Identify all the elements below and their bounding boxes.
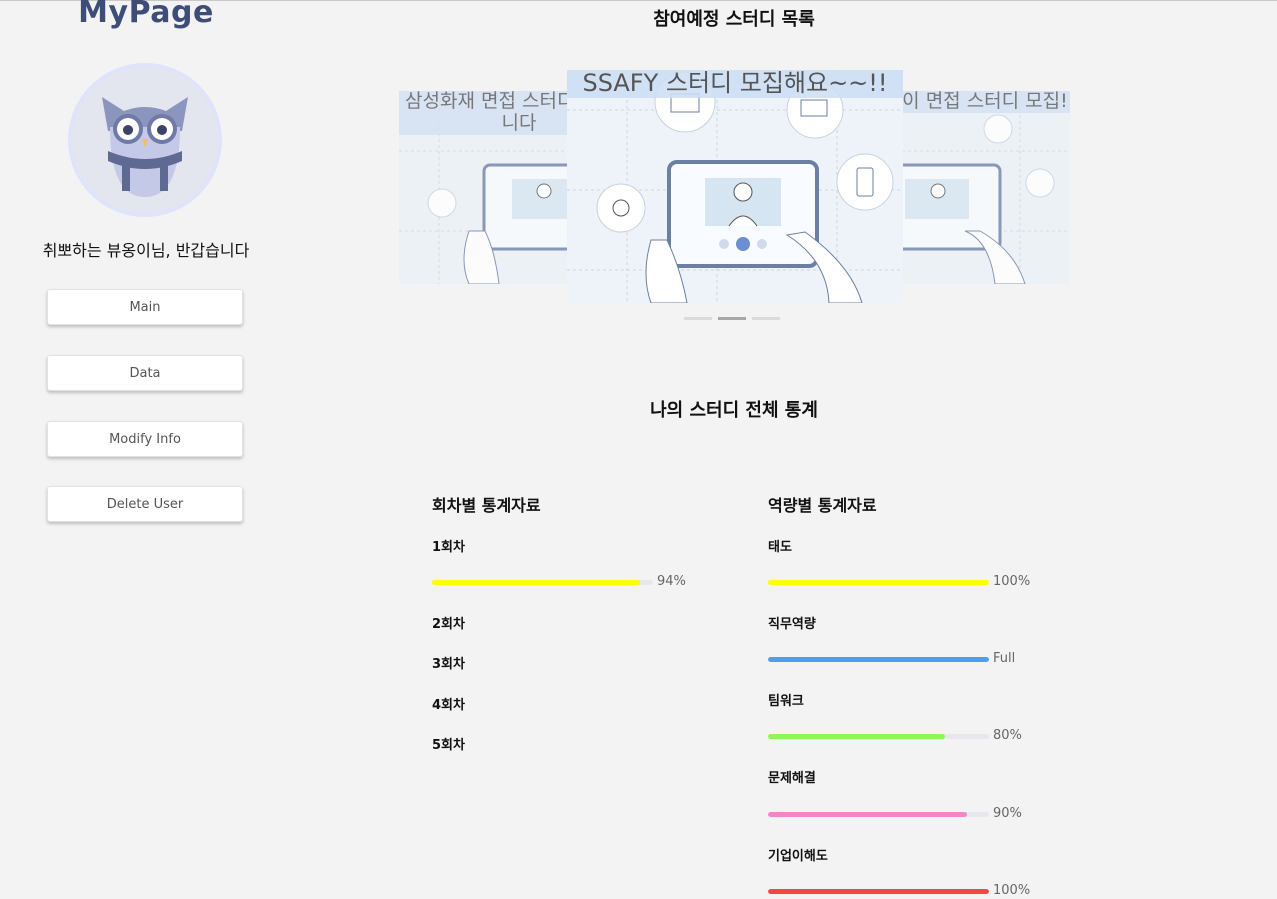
main-button[interactable]: Main [47,289,243,325]
progress-fill [768,812,967,817]
study-card-active[interactable]: SSAFY 스터디 모집해요~~!! [567,70,903,303]
video-meeting-illustration [567,70,903,303]
carousel-dot-active[interactable] [718,317,746,320]
progress-fill [768,657,989,662]
session-label: 3회차 [432,657,465,672]
progress-fill [432,580,640,585]
competency-label: 직무역량 [768,617,816,632]
study-card-title: SSAFY 스터디 모집해요~~!! [567,70,903,98]
session-label: 5회차 [432,738,465,753]
competency-label: 문제해결 [768,771,816,786]
competency-progress-bar [768,889,989,894]
competency-value: Full [993,651,1016,666]
session-label: 4회차 [432,698,465,713]
page-logo: MyPage [78,0,214,30]
study-stats-title: 나의 스터디 전체 통계 [650,400,818,421]
competency-progress-bar [768,580,989,585]
carousel-dot[interactable] [684,317,712,320]
competency-label: 기업이해도 [768,849,828,864]
progress-fill [768,889,989,894]
carousel-dot[interactable] [752,317,780,320]
session-stats-heading: 회차별 통계자료 [432,496,541,515]
competency-stats-heading: 역량별 통계자료 [768,496,877,515]
carousel-indicator [684,317,780,320]
competency-progress-bar [768,734,989,739]
progress-fill [768,734,945,739]
competency-label: 팀워크 [768,694,804,709]
upcoming-study-title: 참여예정 스터디 목록 [653,9,815,30]
delete-user-button[interactable]: Delete User [47,486,243,522]
progress-fill [768,580,989,585]
competency-value: 100% [993,883,1031,898]
session-label: 2회차 [432,617,465,632]
competency-progress-bar [768,812,989,817]
modify-info-button[interactable]: Modify Info [47,421,243,457]
session-value: 94% [657,574,686,589]
avatar [68,63,222,217]
session-label: 1회차 [432,540,465,555]
data-button[interactable]: Data [47,355,243,391]
owl-avatar-icon [72,67,218,213]
competency-value: 90% [993,806,1022,821]
competency-value: 100% [993,574,1031,589]
greeting-text: 취뽀하는 뷰옹이님, 반갑습니다 [42,241,250,260]
session-progress-bar [432,580,653,585]
competency-value: 80% [993,728,1022,743]
competency-label: 태도 [768,540,792,555]
competency-progress-bar [768,657,989,662]
